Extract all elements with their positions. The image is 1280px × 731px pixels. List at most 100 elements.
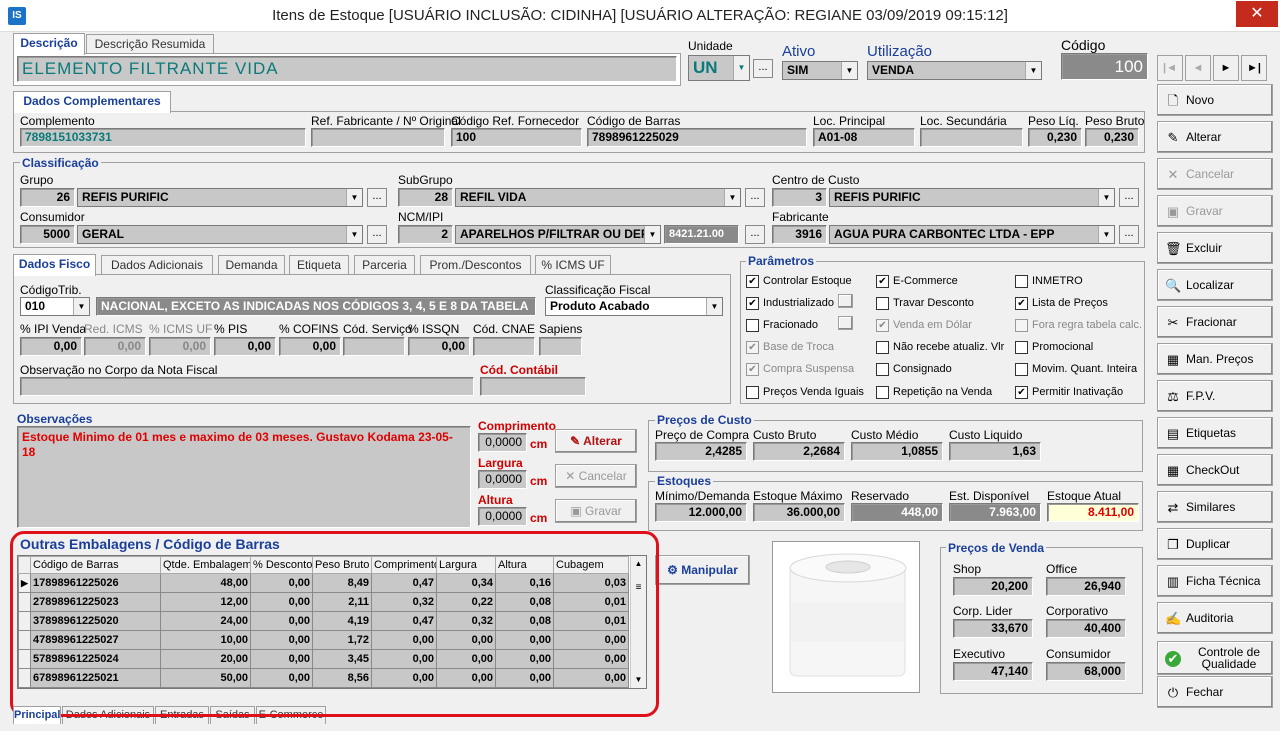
table-row[interactable]: 67898961225021 50,00 0,00 8,56 0,00 0,00 0,00 0… <box>18 668 629 688</box>
table-cell[interactable]: 0,00 <box>371 630 437 650</box>
param-checkbox[interactable]: INMETRO <box>1015 275 1083 288</box>
close-button[interactable]: ✕ <box>1236 1 1278 27</box>
checkbox-box[interactable]: ✔ <box>746 275 759 288</box>
table-cell[interactable]: 0,00 <box>250 592 313 612</box>
table-cell[interactable]: 0,00 <box>436 649 496 669</box>
checkbox-box[interactable] <box>876 341 889 354</box>
table-cell[interactable]: 27898961225023 <box>30 592 161 612</box>
table-cell[interactable]: 0,01 <box>553 611 629 631</box>
table-cell[interactable]: 1,72 <box>312 630 372 650</box>
ativo-select[interactable]: SIM ▼ <box>782 61 858 80</box>
tab-demanda[interactable]: Demanda <box>218 255 285 275</box>
largura-field[interactable]: 0,0000 <box>478 470 527 489</box>
table-cell[interactable]: 12,00 <box>160 592 251 612</box>
scroll-down-icon[interactable]: ▼ <box>631 672 646 688</box>
executivo-field[interactable]: 47,140 <box>953 662 1033 681</box>
table-cell[interactable]: 0,00 <box>250 573 313 593</box>
sidebar-man-pre-os-button[interactable]: ▦ Man. Preços <box>1157 343 1273 375</box>
grupo-lookup-button[interactable]: ... <box>367 188 387 207</box>
cod-ref-fornecedor-field[interactable]: 100 <box>451 128 582 147</box>
fabricante-code-field[interactable]: 3916 <box>772 225 827 244</box>
checkbox-box[interactable] <box>746 319 759 332</box>
obs-nf-field[interactable] <box>20 377 474 396</box>
table-cell[interactable]: 0,08 <box>495 592 554 612</box>
sidebar-gravar-button[interactable]: ▣ Gravar <box>1157 195 1273 227</box>
col-cubagem[interactable]: Cubagem <box>553 556 629 574</box>
table-cell[interactable]: 20,00 <box>160 649 251 669</box>
table-cell[interactable]: 0,32 <box>371 592 437 612</box>
tab-dados-fisco[interactable]: Dados Fisco <box>13 254 96 276</box>
table-cell[interactable]: 0,00 <box>495 649 554 669</box>
checkbox-box[interactable]: ✔ <box>746 363 759 376</box>
table-cell[interactable]: 8,49 <box>312 573 372 593</box>
tab-descricao-resumida[interactable]: Descrição Resumida <box>86 34 214 54</box>
table-cell[interactable]: 37898961225020 <box>30 611 161 631</box>
table-cell[interactable]: 0,00 <box>371 649 437 669</box>
checkbox-box[interactable] <box>1015 363 1028 376</box>
tab-descricao[interactable]: Descrição <box>13 33 85 55</box>
table-cell[interactable]: 0,16 <box>495 573 554 593</box>
param-checkbox[interactable]: ✔ Controlar Estoque <box>746 275 852 288</box>
table-cell[interactable]: 0,00 <box>553 668 629 688</box>
centro-custo-code-field[interactable]: 3 <box>772 188 827 207</box>
tab-dados-adicionais[interactable]: Dados Adicionais <box>101 255 213 275</box>
cancelar-dim-button[interactable]: ✕ Cancelar <box>555 464 637 488</box>
param-checkbox[interactable]: ✔ Lista de Preços <box>1015 297 1108 310</box>
first-record-button[interactable]: |◄ <box>1157 55 1183 81</box>
next-record-button[interactable]: ► <box>1213 55 1239 81</box>
descricao-field[interactable]: ELEMENTO FILTRANTE VIDA <box>17 56 677 82</box>
grupo-select[interactable]: REFIS PURIFIC ▼ <box>77 188 363 207</box>
unidade-select[interactable]: UN ▼ <box>688 55 750 81</box>
row-indicator[interactable]: ▶ <box>18 573 31 593</box>
ipi-field[interactable]: 0,00 <box>20 337 82 356</box>
ncm-lookup-button[interactable]: ... <box>745 225 765 244</box>
consumidor-code-field[interactable]: 5000 <box>20 225 75 244</box>
row-indicator[interactable] <box>18 592 31 612</box>
sidebar-fechar-button[interactable]: ⏻ Fechar <box>1157 676 1273 708</box>
cofins-field[interactable]: 0,00 <box>279 337 341 356</box>
table-cell[interactable]: 48,00 <box>160 573 251 593</box>
checkbox-box[interactable]: ✔ <box>746 297 759 310</box>
fabricante-select[interactable]: AGUA PURA CARBONTEC LTDA - EPP ▼ <box>829 225 1115 244</box>
loc-principal-field[interactable]: A01-08 <box>813 128 915 147</box>
checkbox-box[interactable]: ✔ <box>1015 297 1028 310</box>
table-cell[interactable]: 0,08 <box>495 611 554 631</box>
sidebar-novo-button[interactable]: 🗋 Novo <box>1157 84 1273 116</box>
comprimento-field[interactable]: 0,0000 <box>478 433 527 452</box>
corporativo-field[interactable]: 40,400 <box>1046 619 1126 638</box>
table-cell[interactable]: 0,03 <box>553 573 629 593</box>
col-qtde-embalagem[interactable]: Qtde. Embalagem <box>160 556 251 574</box>
table-row[interactable]: 37898961225020 24,00 0,00 4,19 0,47 0,32 0,08 0… <box>18 611 629 631</box>
cod-trib-select[interactable]: 010 ▼ <box>20 297 90 316</box>
tab-dados-complementares[interactable]: Dados Complementares <box>13 91 171 113</box>
cnae-field[interactable] <box>473 337 535 356</box>
consumidor-lookup-button[interactable]: ... <box>367 225 387 244</box>
checkbox-box[interactable]: ✔ <box>1015 386 1028 399</box>
tab-parceria[interactable]: Parceria <box>354 255 415 275</box>
estoque-maximo-field[interactable]: 36.000,00 <box>753 503 845 522</box>
sidebar-localizar-button[interactable]: 🔍 Localizar <box>1157 269 1273 301</box>
last-record-button[interactable]: ►| <box>1241 55 1267 81</box>
sidebar-checkout-button[interactable]: ▦ CheckOut <box>1157 454 1273 486</box>
unidade-lookup-button[interactable]: ... <box>753 59 773 78</box>
param-checkbox[interactable]: Fracionado <box>746 319 818 332</box>
table-cell[interactable]: 0,00 <box>553 630 629 650</box>
table-row[interactable]: 47898961225027 10,00 0,00 1,72 0,00 0,00 0,00 0… <box>18 630 629 650</box>
col-peso-bruto[interactable]: Peso Bruto <box>312 556 372 574</box>
table-cell[interactable]: 0,00 <box>250 611 313 631</box>
table-cell[interactable]: 10,00 <box>160 630 251 650</box>
table-cell[interactable]: 57898961225024 <box>30 649 161 669</box>
table-cell[interactable]: 2,11 <box>312 592 372 612</box>
table-cell[interactable]: 0,00 <box>436 668 496 688</box>
class-fiscal-select[interactable]: Produto Acabado ▼ <box>545 297 723 316</box>
table-cell[interactable]: 4,19 <box>312 611 372 631</box>
table-cell[interactable]: 0,00 <box>371 668 437 688</box>
ref-fabricante-field[interactable] <box>311 128 445 147</box>
table-cell[interactable]: 0,00 <box>250 649 313 669</box>
shop-field[interactable]: 20,200 <box>953 577 1033 596</box>
sidebar-duplicar-button[interactable]: ❐ Duplicar <box>1157 528 1273 560</box>
prev-record-button[interactable]: ◄ <box>1185 55 1211 81</box>
pis-field[interactable]: 0,00 <box>214 337 276 356</box>
checkbox-box[interactable] <box>1015 341 1028 354</box>
table-cell[interactable]: 0,47 <box>371 611 437 631</box>
